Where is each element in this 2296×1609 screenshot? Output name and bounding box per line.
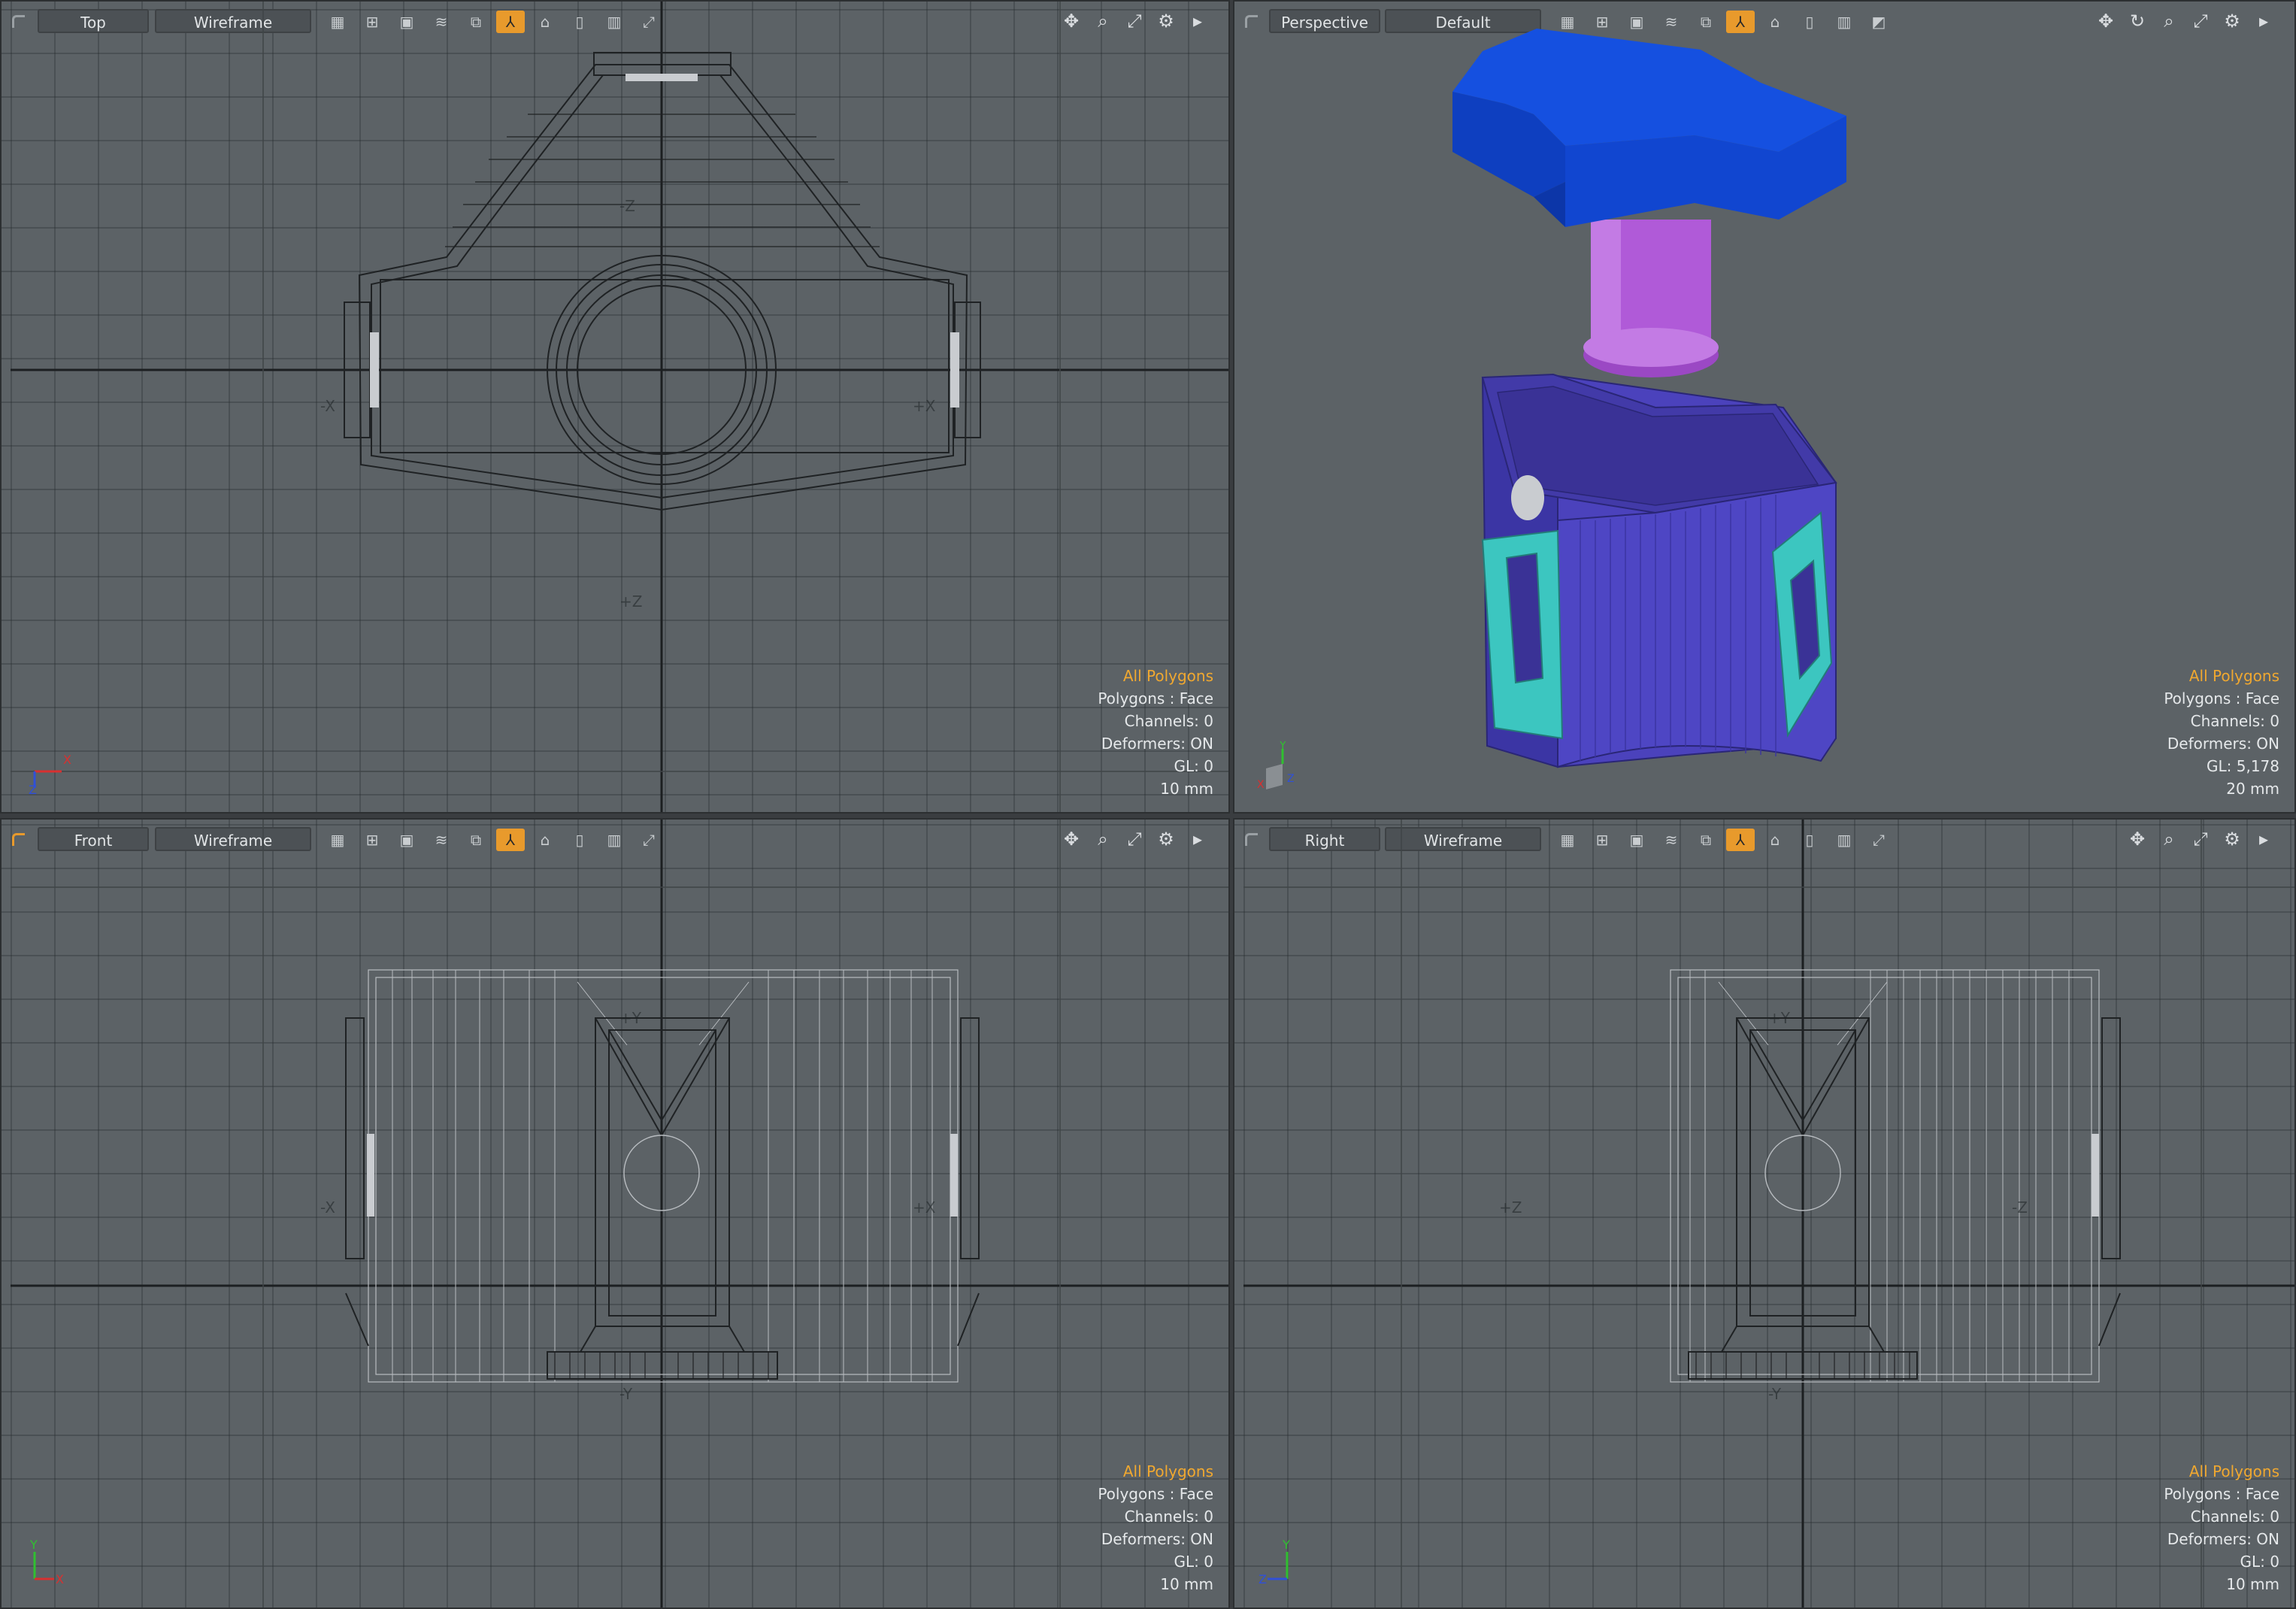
axis-label: -Z xyxy=(2012,1198,2028,1217)
viewport-info: All Polygons Polygons : Face Channels: 0… xyxy=(1098,665,1213,800)
polygons-mode: Polygons : Face xyxy=(1098,689,1213,708)
viewport-info: All Polygons Polygons : Face Channels: 0… xyxy=(2164,665,2279,800)
svg-text:Y: Y xyxy=(29,1538,38,1552)
axis-label: +Y xyxy=(619,1009,641,1027)
axis-gizmo-icon: X Z xyxy=(29,753,71,794)
viewport-info: All Polygons Polygons : Face Channels: 0… xyxy=(1098,1460,1213,1595)
deformers-state: Deformers: ON xyxy=(2167,735,2279,753)
svg-text:Z: Z xyxy=(1287,773,1295,785)
svg-text:X: X xyxy=(63,753,71,767)
channels-count: Channels: 0 xyxy=(1124,1507,1213,1526)
grid-scale: 10 mm xyxy=(1160,780,1213,798)
viewport-front[interactable]: Front Wireframe ▦ ⊞ ▣ ≋ ⧉ ⅄ ⌂ ▯ ▥ ⤢ ✥ ⌕ … xyxy=(0,818,1230,1609)
channels-count: Channels: 0 xyxy=(2190,1507,2279,1526)
front-wireframe xyxy=(11,820,1228,1607)
channels-count: Channels: 0 xyxy=(2190,712,2279,730)
selection-mode: All Polygons xyxy=(2188,1462,2279,1480)
right-wireframe xyxy=(1243,820,2294,1607)
selection-mode: All Polygons xyxy=(1122,1462,1213,1480)
svg-text:Z: Z xyxy=(29,783,37,794)
gl-count: GL: 0 xyxy=(1174,757,1213,775)
deformers-state: Deformers: ON xyxy=(1101,735,1213,753)
axis-label: +Y xyxy=(1768,1009,1790,1027)
axis-label: -Y xyxy=(1768,1385,1782,1403)
deformers-state: Deformers: ON xyxy=(2167,1530,2279,1548)
selection-mode: All Polygons xyxy=(1122,667,1213,685)
axis-label: -Z xyxy=(619,197,635,215)
viewport-right[interactable]: Right Wireframe ▦ ⊞ ▣ ≋ ⧉ ⅄ ⌂ ▯ ▥ ⤢ ✥ ⌕ … xyxy=(1233,818,2296,1609)
model-lid xyxy=(1452,29,1846,227)
top-wireframe xyxy=(11,2,1228,812)
selection-mode: All Polygons xyxy=(2188,667,2279,685)
axis-gizmo-icon: Y Z xyxy=(1259,1538,1290,1586)
gl-count: GL: 5,178 xyxy=(2207,757,2279,775)
svg-text:X: X xyxy=(56,1572,64,1586)
svg-text:Y: Y xyxy=(1279,741,1286,752)
svg-text:Y: Y xyxy=(1282,1538,1290,1552)
gl-count: GL: 0 xyxy=(1174,1553,1213,1571)
axis-gizmo-icon: Y X xyxy=(29,1538,64,1586)
svg-text:X: X xyxy=(1257,779,1265,791)
grid-scale: 20 mm xyxy=(2226,780,2279,798)
polygons-mode: Polygons : Face xyxy=(2164,689,2279,708)
axis-label: -X xyxy=(320,1198,335,1217)
svg-text:Z: Z xyxy=(1259,1572,1267,1586)
axis-label: -X xyxy=(320,397,335,415)
axis-label: +Z xyxy=(1499,1198,1522,1217)
viewport-perspective[interactable]: Perspective Default ▦ ⊞ ▣ ≋ ⧉ ⅄ ⌂ ▯ ▥ ◩ … xyxy=(1233,0,2296,814)
axis-label: -Y xyxy=(619,1385,633,1403)
gl-count: GL: 0 xyxy=(2240,1553,2279,1571)
channels-count: Channels: 0 xyxy=(1124,712,1213,730)
viewport-info: All Polygons Polygons : Face Channels: 0… xyxy=(2164,1460,2279,1595)
grid-scale: 10 mm xyxy=(2226,1575,2279,1593)
polygons-mode: Polygons : Face xyxy=(2164,1485,2279,1503)
model-shaft xyxy=(1583,220,1719,377)
viewport-top[interactable]: Top Wireframe ▦ ⊞ ▣ ≋ ⧉ ⅄ ⌂ ▯ ▥ ⤢ ✥ ⌕ ⤢ … xyxy=(0,0,1230,814)
axis-gizmo-icon: Y X Z xyxy=(1257,741,1295,791)
grid-scale: 10 mm xyxy=(1160,1575,1213,1593)
axis-label: +X xyxy=(913,397,936,415)
perspective-model xyxy=(1452,29,1846,768)
axis-label: +X xyxy=(913,1198,936,1217)
deformers-state: Deformers: ON xyxy=(1101,1530,1213,1548)
axis-label: +Z xyxy=(619,592,643,611)
polygons-mode: Polygons : Face xyxy=(1098,1485,1213,1503)
